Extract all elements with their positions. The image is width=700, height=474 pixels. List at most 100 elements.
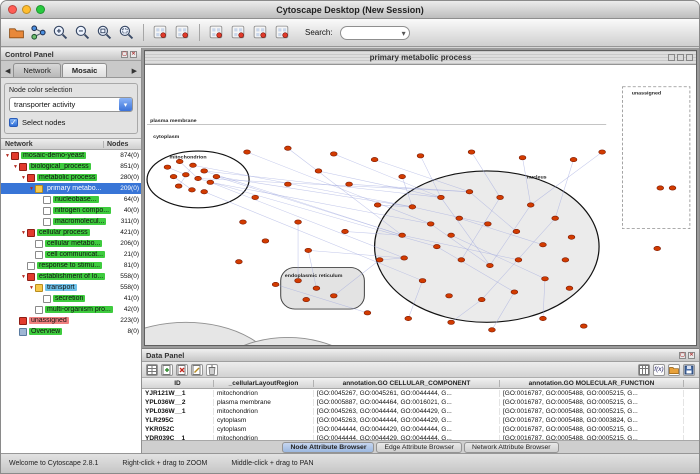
close-panel-icon[interactable]: ✕ xyxy=(688,352,695,359)
table-row[interactable]: YLR295Ccytoplasm[GO:0045263, GO:0044444,… xyxy=(142,416,699,425)
annotation-icon[interactable] xyxy=(207,23,226,42)
network-node[interactable] xyxy=(272,282,279,286)
network-node[interactable] xyxy=(170,174,177,178)
network-node[interactable] xyxy=(484,222,491,226)
tree-row[interactable]: ▼establishment of lo...558(0) xyxy=(1,271,141,282)
close-panel-icon[interactable]: ✕ xyxy=(130,51,137,58)
network-node[interactable] xyxy=(513,229,520,233)
import-table-icon[interactable] xyxy=(668,364,680,376)
tab-scroll-right-icon[interactable]: ▶ xyxy=(130,67,139,77)
tab-network-attribute-browser[interactable]: Network Attribute Browser xyxy=(464,442,559,453)
network-graph[interactable]: plasma membranecytoplasmmitochondrionnuc… xyxy=(145,65,696,345)
column-header[interactable]: ID xyxy=(142,380,214,387)
tree-row[interactable]: unassigned223(0) xyxy=(1,315,141,326)
float-panel-icon[interactable]: ▢ xyxy=(679,352,686,359)
network-node[interactable] xyxy=(580,324,587,328)
collapse-icon[interactable]: ▼ xyxy=(12,164,19,170)
network-node[interactable] xyxy=(433,244,440,248)
zoom-selected-icon[interactable] xyxy=(95,23,114,42)
network-node[interactable] xyxy=(189,188,196,192)
network-node[interactable] xyxy=(262,239,269,243)
network-node[interactable] xyxy=(182,173,189,177)
network-node[interactable] xyxy=(374,203,381,207)
chevron-down-icon[interactable]: ▾ xyxy=(402,28,406,40)
edit-attribute-icon[interactable] xyxy=(191,364,203,376)
network-icon[interactable] xyxy=(29,23,48,42)
tree-row[interactable]: Overview8(0) xyxy=(1,326,141,337)
network-node[interactable] xyxy=(417,154,424,158)
frame-close-icon[interactable] xyxy=(686,54,693,61)
collapse-icon[interactable]: ▼ xyxy=(28,285,35,291)
network-node[interactable] xyxy=(195,176,202,180)
network-node[interactable] xyxy=(657,186,664,190)
network-node[interactable] xyxy=(305,248,312,252)
float-panel-icon[interactable]: ▢ xyxy=(121,51,128,58)
tree-row[interactable]: cellular metabo...206(0) xyxy=(1,238,141,249)
network-node[interactable] xyxy=(570,157,577,161)
network-node[interactable] xyxy=(330,152,337,156)
network-node[interactable] xyxy=(497,195,504,199)
tree-row[interactable]: multi-organism pro...42(0) xyxy=(1,304,141,315)
network-node[interactable] xyxy=(401,256,408,260)
network-node[interactable] xyxy=(540,316,547,320)
network-node[interactable] xyxy=(468,150,475,154)
network-node[interactable] xyxy=(568,235,575,239)
network-node[interactable] xyxy=(527,203,534,207)
tree-row[interactable]: cell communicat...21(0) xyxy=(1,249,141,260)
collapse-icon[interactable]: ▼ xyxy=(28,186,35,192)
zoom-window-button[interactable] xyxy=(36,5,45,14)
tree-row[interactable]: secretion41(0) xyxy=(1,293,141,304)
network-node[interactable] xyxy=(315,169,322,173)
frame-minimize-icon[interactable] xyxy=(668,54,675,61)
column-header[interactable]: annotation.GO MOLECULAR_FUNCTION xyxy=(500,380,684,387)
network-node[interactable] xyxy=(190,163,197,167)
tab-network[interactable]: Network xyxy=(13,63,61,77)
network-node[interactable] xyxy=(376,258,383,262)
network-node[interactable] xyxy=(466,190,473,194)
open-icon[interactable] xyxy=(7,23,26,42)
network-node[interactable] xyxy=(552,216,559,220)
network-tree-header[interactable]: Network Nodes xyxy=(1,138,141,150)
network-edge[interactable] xyxy=(204,171,402,235)
network-node[interactable] xyxy=(456,216,463,220)
network-node[interactable] xyxy=(371,157,378,161)
network-node[interactable] xyxy=(438,195,445,199)
network-node[interactable] xyxy=(489,328,496,332)
delete-row-icon[interactable] xyxy=(206,364,218,376)
tree-row[interactable]: nitrogen compo...40(0) xyxy=(1,205,141,216)
network-node[interactable] xyxy=(487,263,494,267)
tree-row[interactable]: response to stimu...81(0) xyxy=(1,260,141,271)
close-window-button[interactable] xyxy=(8,5,17,14)
collapse-icon[interactable]: ▼ xyxy=(20,274,27,280)
column-header[interactable]: _cellularLayoutRegion xyxy=(214,380,314,387)
tree-row[interactable]: ▼biological_process851(0) xyxy=(1,161,141,172)
window-titlebar[interactable]: Cytoscape Desktop (New Session) xyxy=(1,1,699,19)
network-node[interactable] xyxy=(252,195,259,199)
network-node[interactable] xyxy=(313,286,320,290)
network-node[interactable] xyxy=(427,222,434,226)
table-row[interactable]: YPL036W__1mitochondrion[GO:0045263, GO:0… xyxy=(142,407,699,416)
create-attribute-icon[interactable] xyxy=(161,364,173,376)
network-node[interactable] xyxy=(478,297,485,301)
tab-node-attribute-browser[interactable]: Node Attribute Browser xyxy=(282,442,374,453)
tab-scroll-left-icon[interactable]: ◀ xyxy=(3,67,12,77)
network-node[interactable] xyxy=(654,246,661,250)
network-edge[interactable] xyxy=(288,148,402,235)
function-icon[interactable]: f(x) xyxy=(653,364,665,376)
network-node[interactable] xyxy=(409,205,416,209)
network-node[interactable] xyxy=(419,279,426,283)
network-node[interactable] xyxy=(405,316,412,320)
search-input[interactable]: ▾ xyxy=(340,26,410,40)
network-node[interactable] xyxy=(284,146,291,150)
network-node[interactable] xyxy=(399,174,406,178)
network-node[interactable] xyxy=(566,286,573,290)
network-node[interactable] xyxy=(284,182,291,186)
select-attributes-icon[interactable] xyxy=(146,364,158,376)
save-table-icon[interactable] xyxy=(683,364,695,376)
tab-edge-attribute-browser[interactable]: Edge Attribute Browser xyxy=(376,442,462,453)
network-node[interactable] xyxy=(164,165,171,169)
network-node[interactable] xyxy=(458,258,465,262)
network-edge[interactable] xyxy=(210,182,404,258)
table-icon[interactable] xyxy=(638,364,650,376)
collapse-icon[interactable]: ▼ xyxy=(20,175,27,181)
